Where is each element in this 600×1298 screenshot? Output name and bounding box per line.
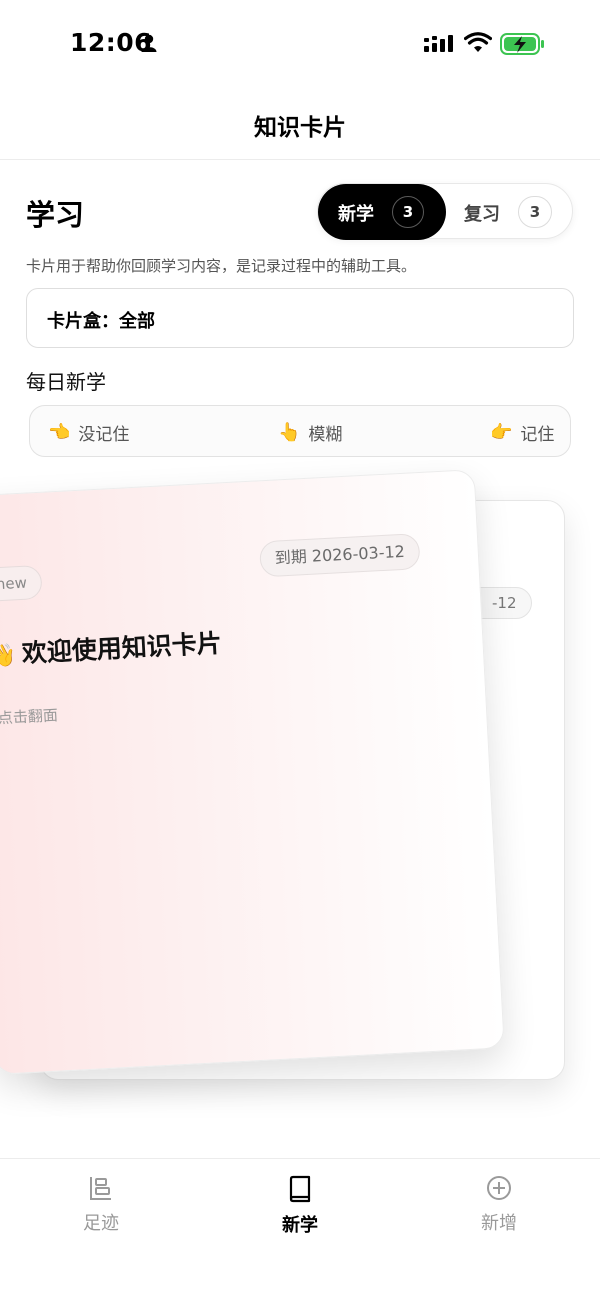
tab-review-label: 复习 [464, 204, 500, 225]
new-badge: new [0, 564, 43, 603]
tab-study-label: 新学 [282, 1215, 318, 1236]
forgot-button[interactable]: 👈 没记住 [48, 406, 129, 458]
plus-circle-icon [487, 1176, 511, 1200]
fuzzy-button[interactable]: 👆 模糊 [278, 406, 342, 458]
due-date-badge: 到期 2026-03-12 [258, 533, 421, 578]
flip-hint: 点击翻面 [0, 706, 59, 728]
footprint-icon [90, 1177, 111, 1200]
tab-add-label: 新增 [481, 1213, 517, 1234]
section-title: 学习 [26, 198, 85, 232]
fuzzy-label: 模糊 [308, 424, 343, 445]
battery-charging-icon [500, 33, 544, 55]
tab-new-study-count-badge: 3 [392, 196, 424, 228]
tab-footprint-label: 足迹 [83, 1213, 119, 1234]
section-description: 卡片用于帮助你回顾学习内容，是记录过程中的辅助工具。 [26, 257, 417, 275]
remember-button[interactable]: 👉 记住 [490, 406, 554, 458]
point-right-icon: 👉 [490, 421, 513, 443]
deck-selector[interactable]: 卡片盒：全部 [26, 288, 574, 348]
daily-new-title: 每日新学 [26, 370, 106, 394]
tab-new-study-label: 新学 [338, 204, 374, 225]
tab-review-count-badge: 3 [518, 196, 552, 228]
card-stack: -12 new 到期 2026-03-12 👋 欢迎使用知识卡片 点击翻面 [0, 460, 600, 1140]
flashcard[interactable]: new 到期 2026-03-12 👋 欢迎使用知识卡片 点击翻面 [0, 469, 505, 1075]
tab-new-study[interactable]: 新学 3 [318, 184, 446, 240]
status-time: 12:06 [70, 28, 153, 57]
forgot-label: 没记住 [78, 424, 130, 445]
tab-study[interactable]: 新学 [240, 1175, 360, 1237]
waving-hand-icon: 👋 [0, 643, 17, 670]
swipe-action-bar: 👈 没记住 👆 模糊 👉 记住 [29, 405, 571, 457]
mode-toggle: 新学 3 复习 3 [317, 183, 574, 240]
signal-icon [424, 35, 453, 52]
tab-review[interactable]: 复习 3 [446, 184, 574, 240]
status-bar: 12:06 [0, 0, 600, 90]
tab-footprint[interactable]: 足迹 [41, 1175, 161, 1235]
page-title: 知识卡片 [254, 115, 346, 141]
deck-selector-label: 卡片盒：全部 [47, 311, 155, 332]
card-title-text: 欢迎使用知识卡片 [21, 628, 223, 668]
point-up-icon: 👆 [278, 421, 301, 443]
remember-label: 记住 [520, 424, 555, 445]
nav-header: 知识卡片 [0, 90, 600, 160]
point-left-icon: 👈 [48, 421, 71, 443]
bottom-tab-bar: 足迹 新学 新增 [0, 1158, 600, 1298]
tab-add[interactable]: 新增 [439, 1175, 559, 1235]
book-icon [289, 1175, 311, 1203]
wifi-icon [464, 32, 492, 52]
person-icon [141, 34, 157, 52]
card-title: 👋 欢迎使用知识卡片 [0, 624, 223, 672]
